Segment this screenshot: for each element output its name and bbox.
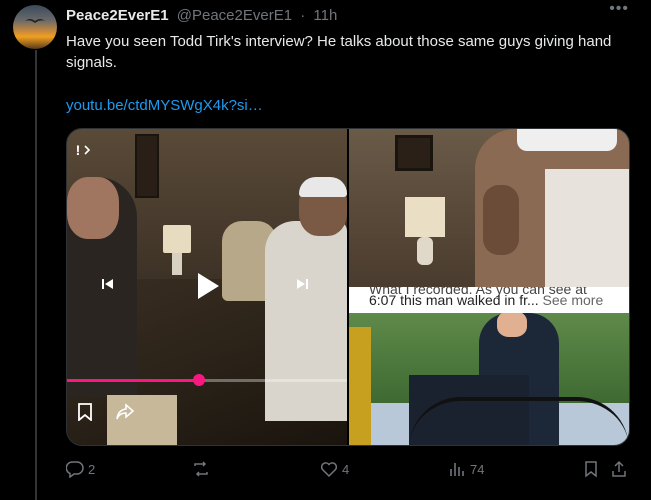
bird-silhouette-icon: [25, 19, 45, 23]
caption-text: 6:07 this man walked in fr...: [369, 292, 539, 308]
image-scene-shirt: [545, 169, 629, 287]
image-scene-lamp: [405, 197, 445, 237]
user-handle[interactable]: @Peace2EverE1: [177, 7, 292, 24]
video-scene-head-left: [67, 177, 119, 239]
separator-dot: ·: [300, 7, 306, 24]
like-count: 4: [342, 461, 350, 477]
prev-icon[interactable]: [101, 277, 115, 291]
image-scene-hand: [483, 185, 519, 255]
progress-bar[interactable]: [67, 374, 347, 386]
repost-button[interactable]: [192, 456, 214, 482]
repost-icon: [194, 461, 208, 477]
next-icon[interactable]: [295, 277, 309, 291]
progress-knob[interactable]: [192, 374, 205, 386]
views-icon: [450, 463, 464, 476]
video-player[interactable]: !: [67, 129, 347, 445]
image-scene-speaker-head: [497, 311, 527, 337]
post-link[interactable]: youtu.be/ctdMYSWgX4k?si…: [66, 95, 263, 116]
see-more-link[interactable]: See more: [543, 292, 604, 308]
media-image-top[interactable]: [349, 129, 629, 287]
video-scene-lamp: [163, 225, 191, 253]
reply-button[interactable]: 2: [66, 456, 95, 482]
caption-line-2: 6:07 this man walked in fr... See more: [369, 292, 603, 308]
bookmark-action-button[interactable]: [582, 456, 600, 482]
thread-line: [35, 50, 37, 500]
reply-count: 2: [88, 461, 96, 477]
action-bar: 2 4 74: [66, 456, 636, 482]
video-scene-person-right: [265, 221, 347, 421]
display-name[interactable]: Peace2EverE1: [66, 7, 169, 24]
share-icon[interactable]: [115, 403, 135, 421]
chevron-right-icon: [84, 145, 91, 155]
share-action-button[interactable]: [610, 456, 628, 482]
post-text: Have you seen Todd Tirk's interview? He …: [66, 33, 612, 71]
image-scene-frame: [395, 135, 433, 171]
image-scene-rail: [409, 397, 629, 445]
media-grid: ! What I recorded. As you can see at 6:0…: [66, 128, 630, 446]
image-scene-lamp-base: [417, 237, 433, 265]
image-scene-yellow-pole: [349, 327, 371, 445]
post-time[interactable]: 11h: [313, 7, 337, 24]
progress-fill: [67, 379, 199, 382]
media-image-bottom[interactable]: What I recorded. As you can see at 6:07 …: [349, 287, 629, 445]
video-chip[interactable]: !: [67, 139, 91, 161]
image-scene-cap: [517, 129, 617, 151]
post-header: Peace2EverE1 @Peace2EverE1 · 11h: [66, 6, 651, 26]
like-icon: [320, 462, 338, 478]
video-scene-lamp-base: [172, 253, 182, 275]
play-icon[interactable]: [195, 271, 221, 301]
share-action-icon: [612, 460, 626, 477]
reply-icon: [66, 461, 84, 478]
bookmark-icon[interactable]: [77, 403, 93, 421]
video-scene-picture: [135, 134, 159, 198]
avatar[interactable]: [13, 5, 57, 49]
like-button[interactable]: 4: [320, 456, 349, 482]
video-scene-cap: [299, 177, 347, 197]
more-icon[interactable]: •••: [609, 1, 629, 17]
views-button[interactable]: 74: [448, 456, 484, 482]
video-chip-label: !: [75, 142, 81, 158]
views-count: 74: [470, 461, 485, 477]
bookmark-action-icon: [585, 461, 597, 478]
